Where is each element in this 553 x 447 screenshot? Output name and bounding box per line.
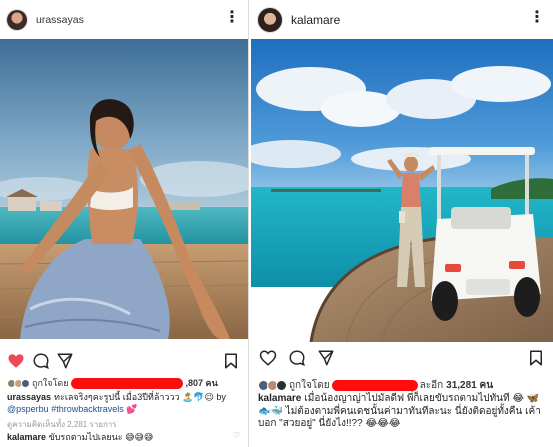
instagram-post-right: kalamare ⋮ ถูกใจโดย ละอีก 31,281 คน kala…	[251, 0, 553, 447]
post-username[interactable]: kalamare	[291, 13, 340, 27]
post-header: kalamare ⋮	[251, 0, 553, 39]
caption-hashtag[interactable]: #throwbacktravels	[51, 404, 124, 414]
likes-line[interactable]: ถูกใจโดย ละอีก 31,281 คน	[258, 378, 549, 392]
more-vertical-icon[interactable]: ⋮	[529, 10, 545, 26]
post-actions	[0, 348, 248, 376]
caption-text: ทะเลจริงๆคะรูปนี้ เมื่อ3ปีที่ล้าววว 🏝️🐬😉…	[54, 392, 226, 402]
likes-suffix: ละอีก	[419, 379, 444, 391]
avatar[interactable]	[257, 6, 283, 33]
post-header: urassayas ⋮	[0, 0, 248, 39]
bookmark-icon[interactable]	[527, 349, 545, 367]
post-actions	[251, 345, 553, 373]
caption-username[interactable]: kalamare	[258, 393, 301, 404]
likes-count: ,807 คน	[185, 378, 218, 388]
share-icon[interactable]	[317, 349, 335, 367]
heart-icon[interactable]	[259, 349, 277, 367]
instagram-post-left: urassayas ⋮ ถูกใจโดย ,807 คน urassayas ท…	[0, 0, 249, 447]
likes-line[interactable]: ถูกใจโดย ,807 คน	[7, 376, 244, 390]
redaction-mark	[331, 379, 418, 391]
more-vertical-icon[interactable]: ⋮	[224, 10, 240, 26]
post-username[interactable]: urassayas	[36, 14, 84, 26]
redaction-mark	[70, 377, 183, 389]
liker-avatars	[7, 378, 30, 388]
caption-mention[interactable]: @psperbu	[7, 404, 49, 414]
likes-prefix: ถูกใจโดย	[289, 379, 330, 391]
avatar[interactable]	[6, 8, 28, 31]
post-caption: urassayas ทะเลจริงๆคะรูปนี้ เมื่อ3ปีที่ล้…	[7, 391, 240, 415]
comment-like-icon[interactable]: ♡	[233, 431, 240, 440]
comment-icon[interactable]	[288, 349, 306, 367]
comment-username[interactable]: kalamare	[7, 432, 46, 442]
likes-prefix: ถูกใจโดย	[32, 378, 69, 388]
share-icon[interactable]	[56, 352, 74, 370]
bookmark-icon[interactable]	[222, 352, 240, 370]
heart-icon[interactable]	[7, 352, 25, 370]
liker-avatars	[258, 379, 287, 391]
caption-username[interactable]: urassayas	[7, 392, 51, 402]
comment: kalamare ขับรถตามไปเลยนะ 😅😅😅	[7, 430, 153, 444]
comment-icon[interactable]	[32, 352, 50, 370]
caption-emoji: 💕	[126, 404, 138, 414]
post-caption: kalamare เมื่อน้องญาญ่าไปมัลดีฟ พี่ก็เลยข…	[258, 393, 545, 431]
comment-text: ขับรถตามไปเลยนะ 😅😅😅	[48, 432, 154, 442]
likes-count: 31,281 คน	[446, 379, 494, 391]
post-photo[interactable]	[251, 39, 553, 342]
post-photo[interactable]	[0, 39, 248, 339]
